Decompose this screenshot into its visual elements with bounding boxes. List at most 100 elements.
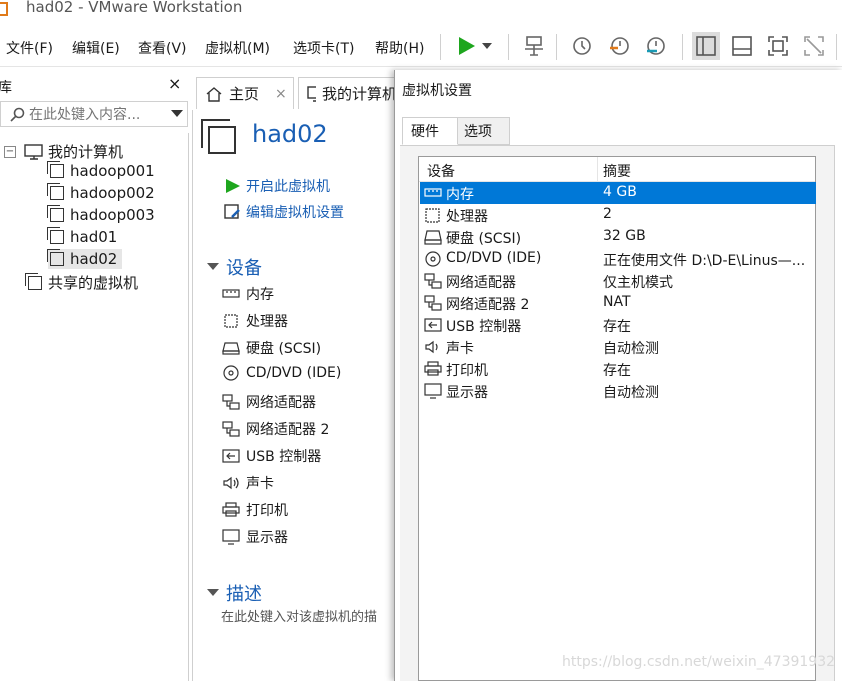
chevron-down-icon [207, 263, 219, 270]
hardware-row-processor[interactable]: 处理器 2 [420, 204, 816, 226]
tree-item-label: 我的计算机 [48, 143, 124, 161]
device-hard-disk[interactable]: 硬盘 (SCSI) [222, 338, 321, 358]
menu-tabs[interactable]: 选项卡(T) [293, 38, 354, 58]
edit-settings-icon [224, 204, 240, 219]
hardware-row-display[interactable]: 显示器 自动检测 [420, 380, 816, 402]
device-settings-panel [834, 145, 842, 681]
edit-vm-settings-link[interactable]: 编辑虚拟机设置 [224, 202, 344, 222]
vm-icon [47, 205, 64, 222]
power-on-icon[interactable] [452, 32, 480, 60]
menu-help[interactable]: 帮助(H) [375, 38, 424, 58]
display-icon [424, 383, 442, 399]
description-placeholder[interactable]: 在此处键入对该虚拟机的描 [221, 606, 377, 625]
tree-item-had01[interactable]: had01 [47, 227, 117, 246]
usb-icon [424, 318, 442, 332]
description-section-header[interactable]: 描述 [206, 580, 262, 606]
dialog-title: 虚拟机设置 [402, 83, 472, 99]
tree-item-hadoop003[interactable]: hadoop003 [47, 205, 155, 224]
memory-icon [424, 188, 442, 197]
device-printer[interactable]: 打印机 [222, 500, 288, 520]
device-network-adapter[interactable]: 网络适配器 [222, 392, 316, 412]
send-keys-icon[interactable] [520, 32, 548, 60]
vm-icon [47, 227, 64, 244]
hardware-row-hard-disk[interactable]: 硬盘 (SCSI) 32 GB [420, 226, 816, 248]
tab-options[interactable]: 选项 [457, 117, 510, 145]
network-adapter-icon [222, 394, 240, 410]
device-network-adapter-2[interactable]: 网络适配器 2 [222, 419, 329, 439]
column-summary[interactable]: 摘要 [603, 161, 631, 181]
library-search[interactable] [0, 101, 188, 127]
device-sound-card[interactable]: 声卡 [222, 473, 274, 493]
play-icon [226, 179, 240, 193]
library-close-button[interactable]: × [168, 74, 181, 93]
device-processor[interactable]: 处理器 [222, 311, 288, 331]
device-memory[interactable]: 内存 [222, 284, 274, 304]
devices-section-header[interactable]: 设备 [206, 254, 262, 280]
printer-icon [222, 502, 240, 517]
menu-vm[interactable]: 虚拟机(M) [205, 38, 270, 58]
device-usb-controller[interactable]: USB 控制器 [222, 446, 321, 466]
hard-disk-icon [424, 230, 442, 245]
hardware-row-sound-card[interactable]: 声卡 自动检测 [420, 336, 816, 358]
network-adapter-icon [424, 295, 442, 311]
window-title: had02 - VMware Workstation [26, 0, 243, 16]
hardware-row-memory[interactable]: 内存 4 GB [420, 182, 816, 204]
hardware-row-cd-dvd[interactable]: CD/DVD (IDE) 正在使用文件 D:\D-E\Linus—... [420, 248, 816, 270]
tab-close-icon[interactable]: × [275, 86, 287, 102]
library-search-input[interactable] [27, 104, 171, 126]
hardware-row-usb-controller[interactable]: USB 控制器 存在 [420, 314, 816, 336]
menu-file[interactable]: 文件(F) [6, 38, 53, 58]
tree-item-had02[interactable]: had02 [47, 249, 122, 269]
menu-edit[interactable]: 编辑(E) [72, 38, 120, 58]
vmware-logo-icon [0, 2, 8, 16]
computer-icon [307, 85, 316, 102]
hardware-row-network-adapter[interactable]: 网络适配器 仅主机模式 [420, 270, 816, 292]
printer-icon [424, 361, 442, 376]
tree-item-hadoop002[interactable]: hadoop002 [47, 183, 155, 202]
vm-icon [47, 183, 64, 200]
tab-hardware[interactable]: 硬件 [402, 117, 458, 145]
memory-icon [222, 287, 240, 301]
sound-icon [425, 340, 438, 354]
show-library-icon[interactable] [692, 32, 720, 60]
processor-icon [222, 314, 240, 328]
tree-item-hadoop001[interactable]: hadoop001 [47, 161, 155, 180]
computer-icon [24, 143, 43, 160]
sound-icon [222, 476, 240, 490]
device-cd-dvd[interactable]: CD/DVD (IDE) [222, 365, 341, 381]
tab-my-computer[interactable]: 我的计算机 [298, 77, 398, 109]
display-icon [222, 529, 240, 545]
shared-vm-icon [25, 272, 42, 290]
revert-snapshot-icon[interactable] [606, 32, 634, 60]
home-icon [206, 86, 222, 102]
snapshot-icon[interactable] [568, 32, 596, 60]
vm-large-icon [200, 118, 236, 154]
network-adapter-icon [222, 421, 240, 437]
hardware-row-printer[interactable]: 打印机 存在 [420, 358, 816, 380]
collapse-icon[interactable]: − [4, 145, 16, 158]
snapshot-manager-icon[interactable] [642, 32, 670, 60]
power-on-vm-link[interactable]: 开启此虚拟机 [224, 176, 330, 196]
device-display[interactable]: 显示器 [222, 527, 288, 547]
full-screen-icon[interactable] [764, 32, 792, 60]
unity-icon[interactable] [800, 32, 828, 60]
network-adapter-icon [424, 273, 442, 289]
tab-home[interactable]: 主页 × [196, 77, 294, 109]
chevron-down-icon [207, 589, 219, 596]
search-icon [10, 107, 25, 122]
thumbnail-bar-icon[interactable] [728, 32, 756, 60]
tree-item-shared-vms[interactable]: 共享的虚拟机 [25, 272, 138, 293]
vm-icon [47, 249, 64, 266]
chevron-down-icon[interactable] [171, 110, 183, 118]
tree-item-my-computer[interactable]: − 我的计算机 [4, 141, 123, 162]
usb-icon [222, 449, 240, 463]
cd-dvd-icon [425, 251, 441, 267]
cd-dvd-icon [222, 365, 240, 381]
hardware-row-network-adapter-2[interactable]: 网络适配器 2 NAT [420, 292, 816, 314]
vm-title: had02 [252, 120, 328, 148]
power-dropdown-icon[interactable] [478, 32, 496, 60]
menu-view[interactable]: 查看(V) [138, 38, 187, 58]
column-device[interactable]: 设备 [427, 161, 455, 181]
watermark: https://blog.csdn.net/weixin_47391932 [562, 654, 836, 670]
processor-icon [425, 208, 440, 223]
